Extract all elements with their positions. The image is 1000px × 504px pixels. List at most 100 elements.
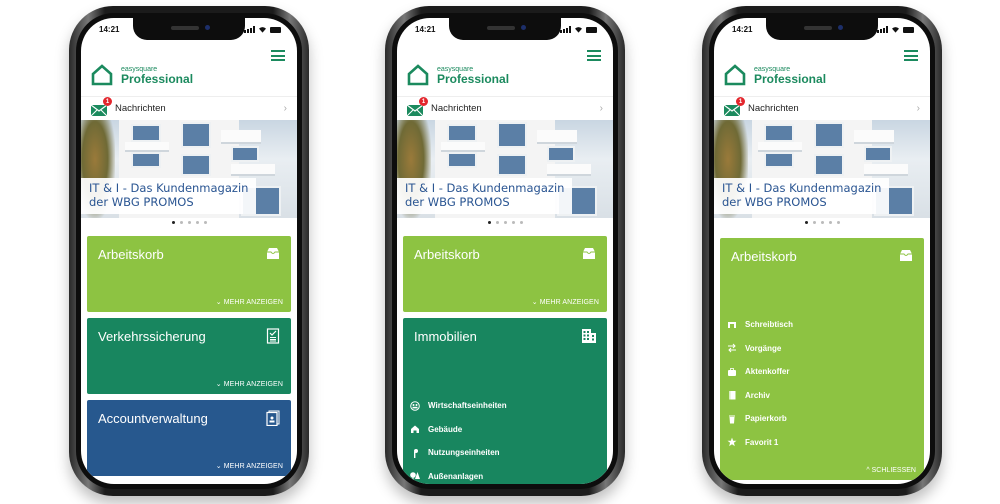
- submenu-item[interactable]: Archiv: [727, 384, 793, 408]
- carousel-dot[interactable]: [519, 221, 523, 224]
- hamburger-menu-icon[interactable]: [587, 50, 601, 61]
- carousel-dot[interactable]: [187, 221, 191, 224]
- status-time: 14:21: [99, 25, 120, 34]
- carousel-dot[interactable]: [171, 221, 175, 224]
- phone-mockup-1: 14:21 easysquare Professional 1 Nachrich…: [69, 6, 309, 496]
- hamburger-menu-icon[interactable]: [271, 50, 285, 61]
- camera: [838, 25, 843, 30]
- carousel-dot[interactable]: [804, 221, 808, 224]
- house-logo-icon: [91, 64, 113, 86]
- carousel-dot[interactable]: [203, 221, 207, 224]
- carousel-dot[interactable]: [487, 221, 491, 224]
- submenu-item[interactable]: Wirtschaftseinheiten: [410, 394, 507, 418]
- brand-logo[interactable]: easysquare Professional: [91, 64, 193, 86]
- submenu-item[interactable]: Aktenkoffer: [727, 360, 793, 384]
- close-button[interactable]: ^ SCHLIESSEN: [866, 467, 916, 474]
- window-image: [131, 124, 161, 142]
- submenu-item[interactable]: Favorit 1: [727, 431, 793, 455]
- window-image: [181, 154, 211, 176]
- banner-line-1: IT & I - Das Kundenmagazin: [89, 181, 249, 195]
- submenu-item[interactable]: Vorgänge: [727, 337, 793, 361]
- speaker: [487, 26, 515, 30]
- submenu-item-label: Vorgänge: [745, 343, 782, 353]
- contact-card-icon: [265, 410, 281, 427]
- camera: [521, 25, 526, 30]
- show-more-button[interactable]: ⌄ MEHR ANZEIGEN: [216, 462, 283, 470]
- show-more-label: MEHR ANZEIGEN: [539, 299, 599, 306]
- chevron-right-icon: ›: [916, 103, 920, 114]
- submenu-item[interactable]: Nutzungseinheiten: [410, 441, 507, 465]
- speaker: [171, 26, 199, 30]
- stage: 14:21 easysquare Professional 1 Nachrich…: [0, 0, 1000, 504]
- tile-arbeitskorb[interactable]: Arbeitskorb ⌄ MEHR ANZEIGEN: [403, 236, 607, 312]
- wifi-icon: [892, 27, 899, 33]
- tile-arbeitskorb[interactable]: Arbeitskorb Schreibtisch Vorgänge Aktenkoff…: [720, 238, 924, 480]
- show-more-button[interactable]: ⌄ MEHR ANZEIGEN: [532, 298, 599, 306]
- submenu-item-label: Archiv: [745, 390, 770, 400]
- carousel-dots[interactable]: [81, 221, 297, 224]
- carousel-dot[interactable]: [820, 221, 824, 224]
- tile-immobilien[interactable]: Immobilien Wirtschaftseinheiten Gebäude Nut…: [403, 318, 607, 484]
- submenu-list: Schreibtisch Vorgänge Aktenkoffer Archiv Pap…: [727, 313, 793, 454]
- status-icons: [877, 26, 914, 33]
- signal-icon: [244, 26, 255, 33]
- show-more-button[interactable]: ⌄ MEHR ANZEIGEN: [216, 380, 283, 388]
- message-count-badge: 1: [419, 97, 428, 106]
- carousel-dot[interactable]: [495, 221, 499, 224]
- submenu-item[interactable]: Schreibtisch: [727, 313, 793, 337]
- balcony-image: [231, 164, 275, 176]
- submenu-item-label: Aktenkoffer: [745, 367, 790, 377]
- tile-accountverwaltung[interactable]: Accountverwaltung ⌄ MEHR ANZEIGEN: [87, 400, 291, 476]
- submenu-item[interactable]: Papierkorb: [727, 407, 793, 431]
- tile-verkehrssicherung[interactable]: Verkehrssicherung ⌄ MEHR ANZEIGEN: [87, 318, 291, 394]
- trees-icon: [410, 471, 420, 481]
- balcony-image: [441, 142, 485, 152]
- phone-mockup-2: 14:21 easysquare Professional 1 Nachrich…: [385, 6, 625, 496]
- submenu-item-label: Nutzungseinheiten: [428, 448, 500, 458]
- submenu-item[interactable]: Gebäude: [410, 418, 507, 442]
- hamburger-menu-icon[interactable]: [904, 50, 918, 61]
- carousel-dot[interactable]: [195, 221, 199, 224]
- show-more-label: MEHR ANZEIGEN: [223, 299, 283, 306]
- balcony-image: [758, 142, 802, 152]
- brand-logo[interactable]: easysquare Professional: [724, 64, 826, 86]
- tile-title: Verkehrssicherung: [98, 329, 206, 344]
- window-image: [814, 154, 844, 176]
- brand-logo[interactable]: easysquare Professional: [407, 64, 509, 86]
- news-banner[interactable]: IT & I - Das Kundenmagazin der WBG PROMO…: [397, 120, 613, 218]
- chevron-down-icon: ⌄: [531, 299, 540, 306]
- house-logo-icon: [724, 64, 746, 86]
- star-icon: [727, 437, 737, 447]
- carousel-dots[interactable]: [714, 221, 930, 224]
- messages-row[interactable]: 1 Nachrichten ›: [397, 96, 613, 120]
- tile-arbeitskorb[interactable]: Arbeitskorb ⌄ MEHR ANZEIGEN: [87, 236, 291, 312]
- window-image: [497, 122, 527, 148]
- trash-icon: [727, 414, 737, 424]
- carousel-dots[interactable]: [397, 221, 613, 224]
- show-more-button[interactable]: ⌄ MEHR ANZEIGEN: [216, 298, 283, 306]
- news-banner[interactable]: IT & I - Das Kundenmagazin der WBG PROMO…: [81, 120, 297, 218]
- phone-bezel: 14:21 easysquare Professional 1 Nachrich…: [76, 13, 302, 489]
- carousel-dot[interactable]: [511, 221, 515, 224]
- carousel-dot[interactable]: [179, 221, 183, 224]
- inbox-icon: [581, 246, 597, 262]
- chevron-down-icon: ⌄: [215, 463, 224, 470]
- chevron-down-icon: ⌄: [215, 381, 224, 388]
- battery-icon: [903, 26, 914, 33]
- news-banner[interactable]: IT & I - Das Kundenmagazin der WBG PROMO…: [714, 120, 930, 218]
- briefcase-icon: [727, 367, 737, 377]
- chevron-right-icon: ›: [283, 103, 287, 114]
- carousel-dot[interactable]: [503, 221, 507, 224]
- house-logo-icon: [407, 64, 429, 86]
- carousel-dot[interactable]: [836, 221, 840, 224]
- messages-row[interactable]: 1 Nachrichten ›: [714, 96, 930, 120]
- carousel-dot[interactable]: [812, 221, 816, 224]
- submenu-item[interactable]: Außenanlagen: [410, 465, 507, 485]
- wifi-icon: [575, 27, 582, 33]
- messages-label: Nachrichten: [748, 103, 799, 114]
- carousel-dot[interactable]: [828, 221, 832, 224]
- messages-row[interactable]: 1 Nachrichten ›: [81, 96, 297, 120]
- buildings-icon: [581, 328, 597, 344]
- chevron-right-icon: ›: [599, 103, 603, 114]
- wifi-icon: [259, 27, 266, 33]
